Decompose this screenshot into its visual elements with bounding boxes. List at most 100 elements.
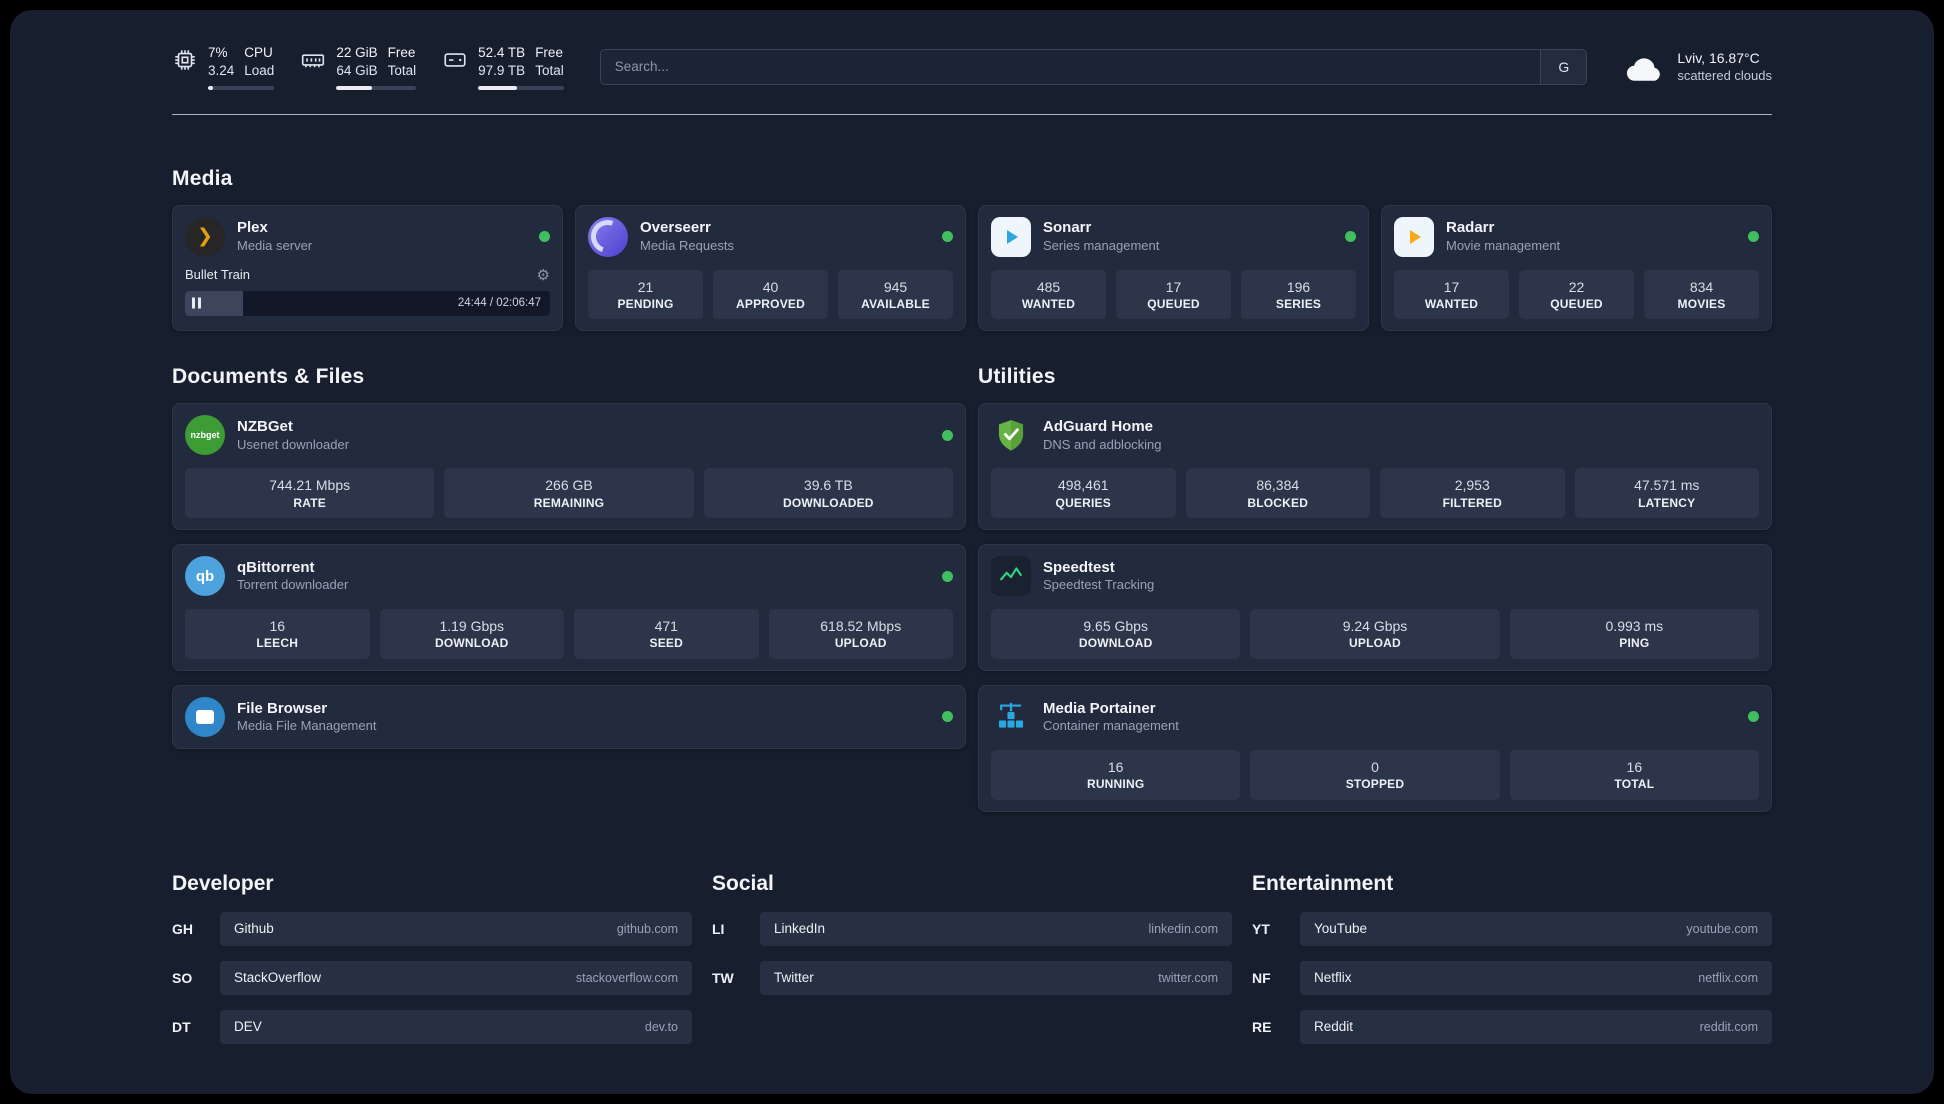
nzbget-icon: nzbget — [185, 415, 225, 456]
stat-tile: 9.65 Gbps DOWNLOAD — [991, 609, 1241, 659]
stat-tile: 0 STOPPED — [1250, 749, 1500, 800]
bookmark-dev[interactable]: DT DEV dev.to — [172, 1009, 692, 1044]
app-name: Overseerr — [640, 219, 711, 237]
now-playing-title: Bullet Train — [185, 267, 251, 283]
search-input[interactable] — [600, 49, 1541, 84]
stat-tile: 9.24 Gbps UPLOAD — [1250, 609, 1500, 659]
bookmark-abbr: SO — [172, 969, 193, 986]
section-title-social: Social — [712, 871, 774, 895]
app-card-adguard[interactable]: AdGuard Home DNS and adblocking 498,461 Q… — [978, 403, 1772, 531]
section-title-documents: Documents & Files — [172, 365, 365, 389]
topbar: 7% 3.24 CPU Load 22 GiB 64 GiB Free Tota… — [172, 44, 1772, 115]
overseerr-icon — [588, 216, 628, 257]
bookmark-github[interactable]: GH Github github.com — [172, 911, 692, 946]
cpu-load-label: Load — [244, 62, 275, 78]
bookmark-abbr: YT — [1252, 920, 1270, 937]
weather-widget: Lviv, 16.87°C scattered clouds — [1623, 49, 1772, 85]
app-subtitle: Media Requests — [640, 237, 734, 253]
disk-total-value: 97.9 TB — [478, 62, 526, 78]
section-title-entertainment: Entertainment — [1252, 871, 1394, 895]
stat-tile: 1.19 Gbps DOWNLOAD — [379, 609, 564, 659]
ram-metric: 22 GiB 64 GiB Free Total — [300, 44, 417, 90]
app-subtitle: Speedtest Tracking — [1043, 577, 1155, 593]
gear-icon[interactable]: ⚙ — [537, 266, 550, 284]
playback-progress-bar[interactable]: 24:44 / 02:06:47 — [185, 290, 550, 316]
app-card-qbittorrent[interactable]: qb qBittorrent Torrent downloader 16 LEEC… — [172, 544, 966, 671]
media-row: ❯ Plex Media server Bullet Train ⚙ 24:44… — [172, 204, 1772, 332]
app-card-radarr[interactable]: Radarr Movie management 17 WANTED 22 QUEUE… — [1381, 204, 1772, 332]
cpu-load-value: 3.24 — [208, 62, 235, 78]
app-card-filebrowser[interactable]: File Browser Media File Management — [172, 684, 966, 749]
bookmark-abbr: RE — [1252, 1018, 1272, 1035]
section-title-media: Media — [172, 166, 233, 190]
ram-total-label: Total — [387, 62, 417, 78]
app-subtitle: Container management — [1043, 718, 1179, 734]
dashboard-page: 7% 3.24 CPU Load 22 GiB 64 GiB Free Tota… — [10, 10, 1934, 1094]
stat-tile: 16 LEECH — [185, 609, 370, 659]
stat-tile: 0.993 ms PING — [1509, 609, 1759, 659]
bookmark-abbr: TW — [712, 969, 734, 986]
ram-progress-bar — [336, 86, 417, 90]
app-card-sonarr[interactable]: Sonarr Series management 485 WANTED 17 QUE… — [978, 204, 1369, 332]
app-name: Speedtest — [1043, 558, 1115, 576]
status-dot — [942, 231, 953, 243]
status-dot — [942, 711, 953, 723]
stat-tile: 744.21 Mbps RATE — [185, 468, 435, 519]
status-dot — [539, 231, 550, 243]
status-dot — [942, 570, 953, 582]
search-engine-button[interactable]: G — [1540, 49, 1587, 84]
qbittorrent-icon: qb — [185, 556, 225, 597]
disk-free-value: 52.4 TB — [478, 45, 526, 60]
bookmark-abbr: GH — [172, 920, 193, 937]
bookmark-reddit[interactable]: RE Reddit reddit.com — [1252, 1009, 1772, 1044]
app-subtitle: Usenet downloader — [237, 436, 350, 452]
disk-metric: 52.4 TB 97.9 TB Free Total — [442, 44, 564, 90]
stat-tile: 498,461 QUERIES — [991, 468, 1176, 519]
stat-tile: 21 PENDING — [588, 269, 703, 320]
bookmark-abbr: LI — [712, 920, 725, 937]
app-card-speedtest[interactable]: Speedtest Speedtest Tracking 9.65 Gbps DO… — [978, 544, 1772, 671]
bookmark-twitter[interactable]: TW Twitter twitter.com — [712, 960, 1232, 995]
bookmark-netflix[interactable]: NF Netflix netflix.com — [1252, 960, 1772, 995]
cloud-icon — [1623, 51, 1665, 83]
app-subtitle: Torrent downloader — [237, 577, 349, 593]
pause-icon[interactable] — [192, 297, 201, 309]
bookmark-stackoverflow[interactable]: SO StackOverflow stackoverflow.com — [172, 960, 692, 995]
bookmark-youtube[interactable]: YT YouTube youtube.com — [1252, 911, 1772, 946]
disk-total-label: Total — [535, 62, 564, 78]
app-subtitle: Media File Management — [237, 718, 377, 734]
app-card-nzbget[interactable]: nzbget NZBGet Usenet downloader 744.21 M… — [172, 403, 966, 531]
stat-tile: 485 WANTED — [991, 269, 1106, 320]
ram-icon — [300, 47, 326, 73]
status-dot — [942, 429, 953, 441]
status-dot — [1748, 231, 1759, 243]
stat-tile: 47.571 ms LATENCY — [1574, 468, 1759, 519]
utilities-column: Utilities AdGuard Home DNS and adblockin… — [978, 331, 1772, 812]
disk-icon — [442, 47, 468, 73]
app-name: Radarr — [1446, 219, 1495, 237]
stat-tile: 40 APPROVED — [713, 269, 828, 320]
status-dot — [1345, 231, 1356, 243]
ram-free-value: 22 GiB — [336, 45, 378, 60]
app-name: NZBGet — [237, 418, 293, 436]
section-title-utilities: Utilities — [978, 365, 1056, 389]
app-subtitle: Media server — [237, 237, 313, 253]
stat-tile: 17 QUEUED — [1116, 269, 1231, 320]
bookmarks-developer: Developer GH Github github.com SO StackO… — [172, 872, 692, 1044]
app-card-portainer[interactable]: Media Portainer Container management 16 R… — [978, 684, 1772, 812]
sonarr-icon — [991, 216, 1031, 257]
app-card-overseerr[interactable]: Overseerr Media Requests 21 PENDING 40 APP… — [575, 204, 966, 332]
radarr-icon — [1394, 216, 1434, 257]
documents-column: Documents & Files nzbget NZBGet Usenet d… — [172, 331, 966, 749]
bookmark-linkedin[interactable]: LI LinkedIn linkedin.com — [712, 911, 1232, 946]
stat-tile: 22 QUEUED — [1519, 269, 1634, 320]
playback-time: 24:44 / 02:06:47 — [457, 297, 541, 310]
app-card-plex[interactable]: ❯ Plex Media server Bullet Train ⚙ 24:44… — [172, 204, 563, 332]
stat-tile: 945 AVAILABLE — [838, 269, 953, 320]
search-bar: G — [599, 48, 1588, 85]
app-name: Sonarr — [1043, 219, 1092, 237]
app-subtitle: Movie management — [1446, 237, 1561, 253]
filebrowser-icon — [185, 696, 225, 737]
cpu-metric: 7% 3.24 CPU Load — [172, 44, 275, 90]
cpu-progress-bar — [208, 86, 275, 90]
